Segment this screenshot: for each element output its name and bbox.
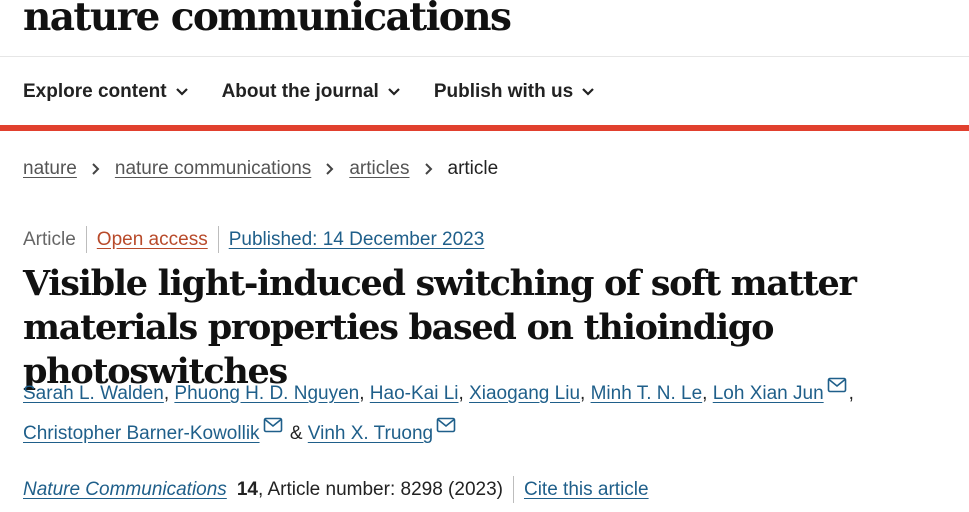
volume-number: 14 xyxy=(236,478,258,500)
open-access-link[interactable]: Open access xyxy=(97,229,208,251)
author-link[interactable]: Xiaogang Liu xyxy=(469,383,580,404)
mail-icon[interactable] xyxy=(436,417,456,433)
chevron-down-icon xyxy=(388,88,400,96)
breadcrumb-nature[interactable]: nature xyxy=(23,158,77,180)
journal-link[interactable]: Nature Communications xyxy=(23,479,227,501)
nav-label: Publish with us xyxy=(433,81,574,102)
main-nav: Explore content About the journal Publis… xyxy=(23,74,628,110)
author-separator: , xyxy=(702,383,713,404)
chevron-right-icon xyxy=(92,163,100,175)
article-type: Article xyxy=(23,228,76,250)
journal-logo[interactable]: nature communications xyxy=(23,0,512,40)
chevron-down-icon xyxy=(175,88,188,96)
breadcrumb-current: article xyxy=(447,158,499,179)
author-separator: , xyxy=(848,383,854,404)
nav-publish-with-us[interactable]: Publish with us xyxy=(434,81,595,103)
meta-divider xyxy=(217,226,219,253)
author-link[interactable]: Phuong H. D. Nguyen xyxy=(174,383,359,404)
nav-about-journal[interactable]: About the journal xyxy=(222,81,401,103)
chevron-right-icon xyxy=(326,163,334,175)
author-separator: , xyxy=(163,383,175,404)
article-number: , Article number: 8298 (2023) xyxy=(257,478,503,500)
mail-icon[interactable] xyxy=(827,377,847,393)
author-separator: , xyxy=(458,383,470,404)
nav-label: Explore content xyxy=(23,81,167,102)
author-separator: , xyxy=(580,383,591,404)
published-date-link[interactable]: Published: 14 December 2023 xyxy=(229,229,485,251)
accent-bar xyxy=(0,125,969,131)
mail-icon[interactable] xyxy=(263,417,283,433)
author-separator: , xyxy=(359,383,370,404)
author-list: Sarah L. Walden, Phuong H. D. Nguyen, Ha… xyxy=(23,374,963,454)
header-divider xyxy=(0,56,969,57)
breadcrumb-nature-communications[interactable]: nature communications xyxy=(115,158,311,180)
nav-label: About the journal xyxy=(221,81,379,102)
breadcrumb: nature nature communications articles ar… xyxy=(23,158,498,180)
chevron-right-icon xyxy=(424,163,432,175)
author-separator: & xyxy=(284,423,308,444)
author-link[interactable]: Vinh X. Truong xyxy=(308,423,433,444)
author-link[interactable]: Sarah L. Walden xyxy=(23,383,164,404)
chevron-down-icon xyxy=(582,88,594,96)
author-link[interactable]: Minh T. N. Le xyxy=(591,383,703,404)
article-meta: Article Open access Published: 14 Decemb… xyxy=(23,226,484,253)
citation-divider xyxy=(512,476,514,503)
citation-row: Nature Communications 14 , Article numbe… xyxy=(23,476,649,503)
breadcrumb-articles[interactable]: articles xyxy=(349,158,409,180)
author-link[interactable]: Hao-Kai Li xyxy=(370,383,459,404)
nav-explore-content[interactable]: Explore content xyxy=(23,81,189,103)
cite-this-article-link[interactable]: Cite this article xyxy=(524,479,649,501)
meta-divider xyxy=(85,226,87,253)
author-link[interactable]: Christopher Barner-Kowollik xyxy=(23,423,260,444)
author-link[interactable]: Loh Xian Jun xyxy=(713,383,824,404)
